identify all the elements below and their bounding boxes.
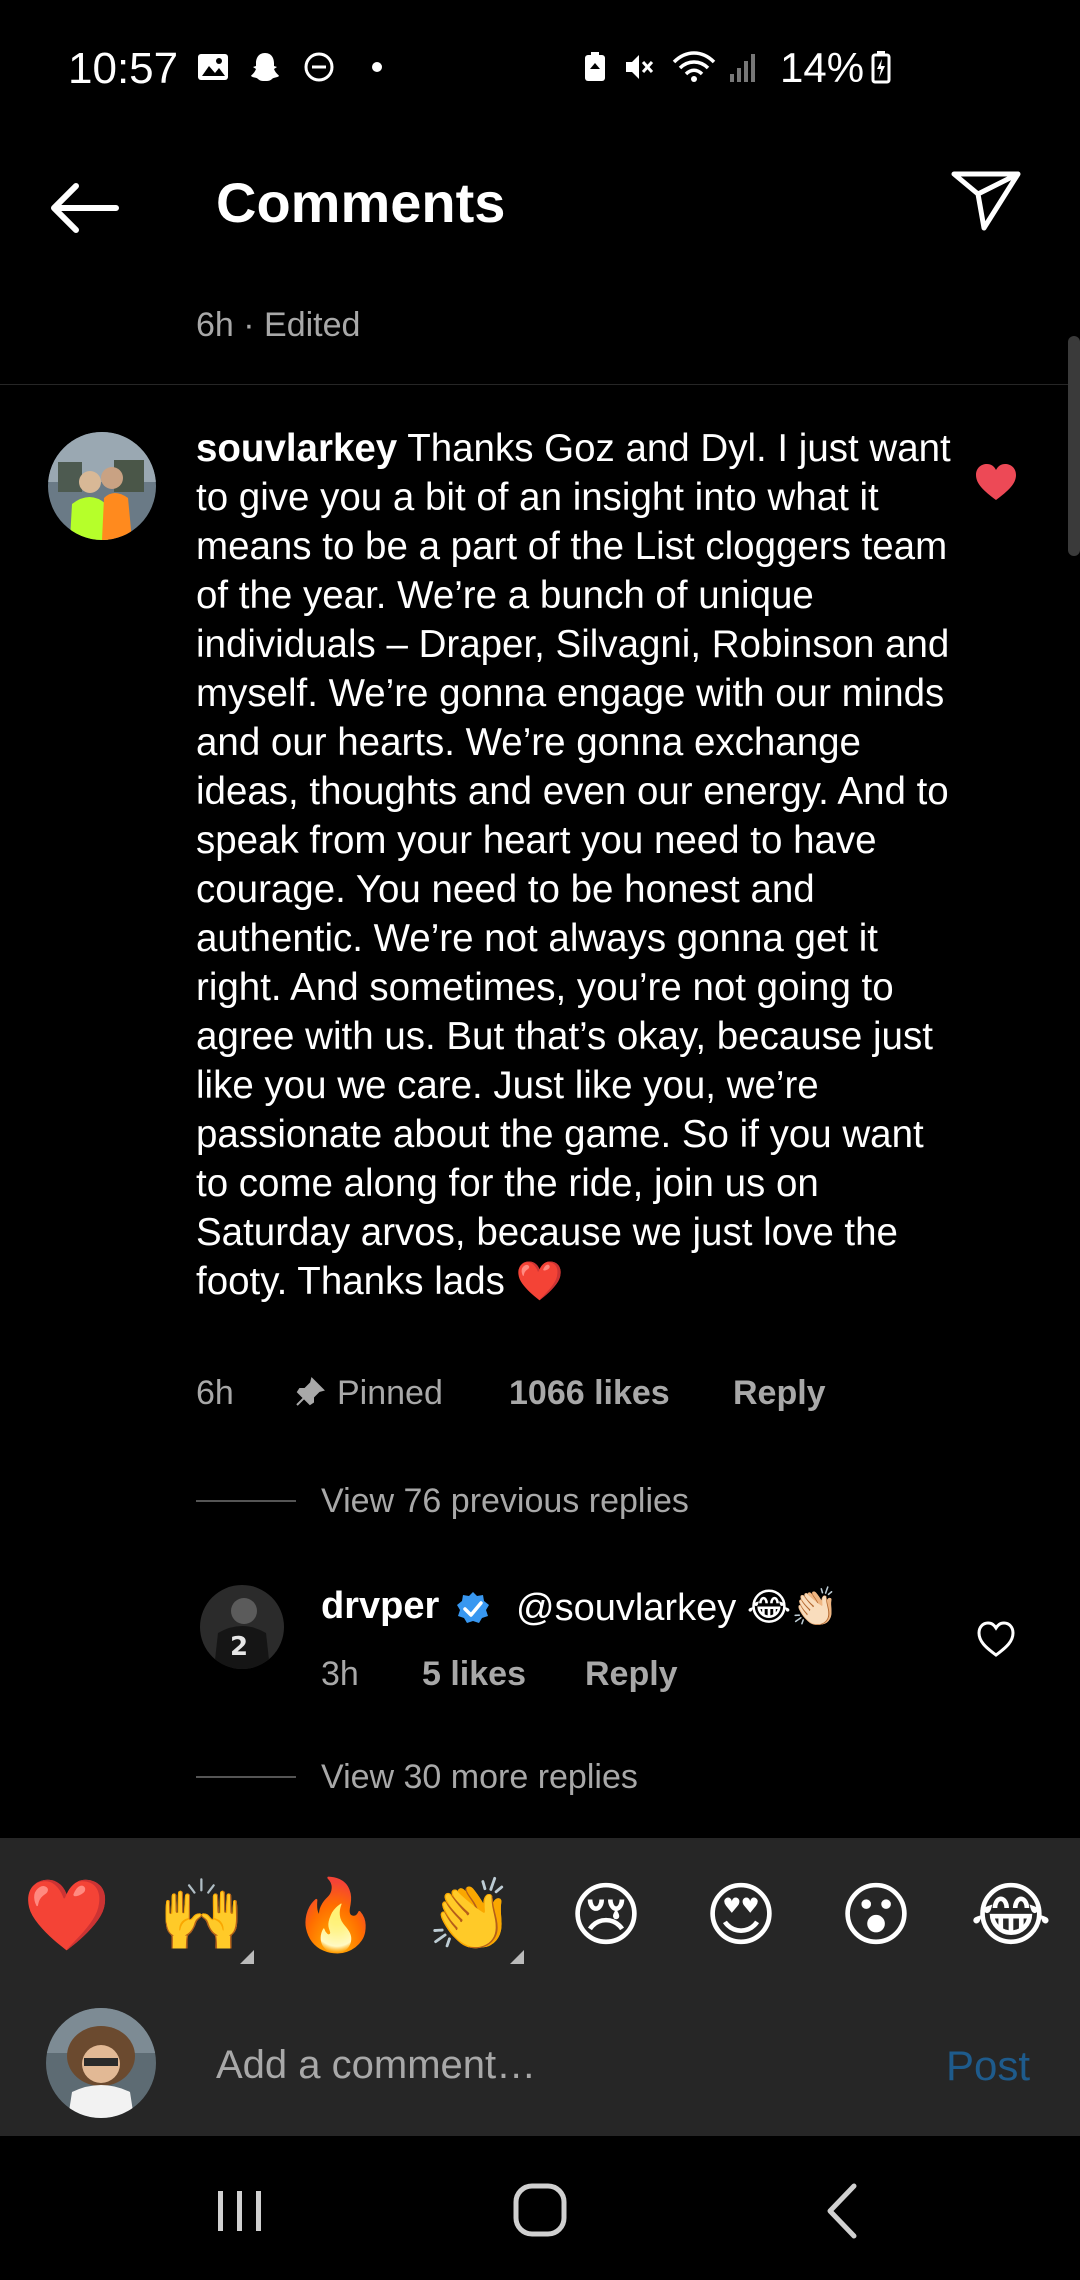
pin-icon: [296, 1377, 325, 1406]
heart-outline-icon[interactable]: [976, 1620, 1016, 1658]
snapchat-icon: [251, 53, 279, 81]
dot-icon: [372, 62, 382, 72]
wifi-icon: [672, 51, 716, 82]
my-avatar: [46, 2008, 156, 2118]
reply-username[interactable]: drvper: [321, 1585, 439, 1628]
likes-count[interactable]: 1066 likes: [509, 1374, 670, 1413]
comment-time: 6h: [196, 1374, 234, 1412]
back-arrow-icon[interactable]: [46, 168, 126, 248]
view-more-replies[interactable]: View 30 more replies: [321, 1758, 638, 1797]
comment-emoji: ❤️: [515, 1260, 564, 1303]
emoji-raising-hands[interactable]: 🙌: [157, 1870, 247, 1960]
reply-avatar-photo: 2: [200, 1585, 284, 1669]
svg-text:2: 2: [230, 1632, 248, 1662]
gallery-icon: [198, 54, 228, 80]
post-meta: 6h · Edited: [196, 306, 361, 344]
battery-percent: 14%: [780, 44, 865, 91]
battery-saver-icon: [585, 52, 605, 81]
emoji-clapping[interactable]: 👏: [426, 1870, 516, 1960]
skin-tone-indicator: [510, 1950, 524, 1964]
dnd-icon: [304, 52, 334, 82]
reply-time: 3h: [321, 1655, 359, 1693]
avatar-photo: [48, 432, 156, 540]
reply-reply-button[interactable]: Reply: [585, 1655, 678, 1694]
back-icon[interactable]: [804, 2176, 884, 2246]
avatar[interactable]: [48, 432, 156, 540]
battery-icon: [871, 51, 891, 84]
comment-username[interactable]: souvlarkey: [196, 427, 397, 470]
mute-icon: [626, 55, 654, 79]
page-title: Comments: [216, 171, 506, 234]
comment-text: Thanks Goz and Dyl. I just want to give …: [196, 427, 951, 1303]
emoji-heart[interactable]: ❤️: [22, 1870, 112, 1960]
scrollbar[interactable]: [1068, 336, 1080, 556]
reply-text: @souvlarkey 😂👏🏻: [516, 1587, 839, 1629]
pinned-label: Pinned: [337, 1374, 443, 1412]
reply-button[interactable]: Reply: [733, 1374, 826, 1413]
post-button[interactable]: Post: [946, 2042, 1030, 2090]
emoji-heart-eyes[interactable]: 😍: [696, 1870, 786, 1960]
emoji-laughing[interactable]: 😂: [966, 1870, 1056, 1960]
emoji-crying[interactable]: 😢: [561, 1870, 651, 1960]
replies-line: [196, 1776, 296, 1778]
signal-icon: [730, 54, 755, 82]
send-icon[interactable]: [946, 160, 1026, 240]
replies-line: [196, 1500, 296, 1502]
divider: [0, 384, 1080, 385]
recent-apps-icon[interactable]: [200, 2176, 280, 2246]
reply-avatar[interactable]: 2: [200, 1585, 284, 1669]
home-icon[interactable]: [500, 2176, 580, 2246]
status-bar: 10:57 14%: [0, 0, 1080, 140]
verified-badge-icon: [457, 1592, 489, 1623]
comment-body: souvlarkey Thanks Goz and Dyl. I just wa…: [196, 424, 956, 1306]
view-previous-replies[interactable]: View 76 previous replies: [321, 1482, 689, 1521]
like-heart-icon[interactable]: [974, 462, 1018, 502]
skin-tone-indicator: [240, 1950, 254, 1964]
comment-input[interactable]: [216, 2040, 816, 2090]
emoji-fire[interactable]: 🔥: [291, 1870, 381, 1960]
status-time: 10:57: [68, 44, 179, 93]
my-avatar-photo: [46, 2008, 156, 2118]
reply-likes[interactable]: 5 likes: [422, 1655, 526, 1694]
emoji-surprised[interactable]: 😮: [831, 1870, 921, 1960]
